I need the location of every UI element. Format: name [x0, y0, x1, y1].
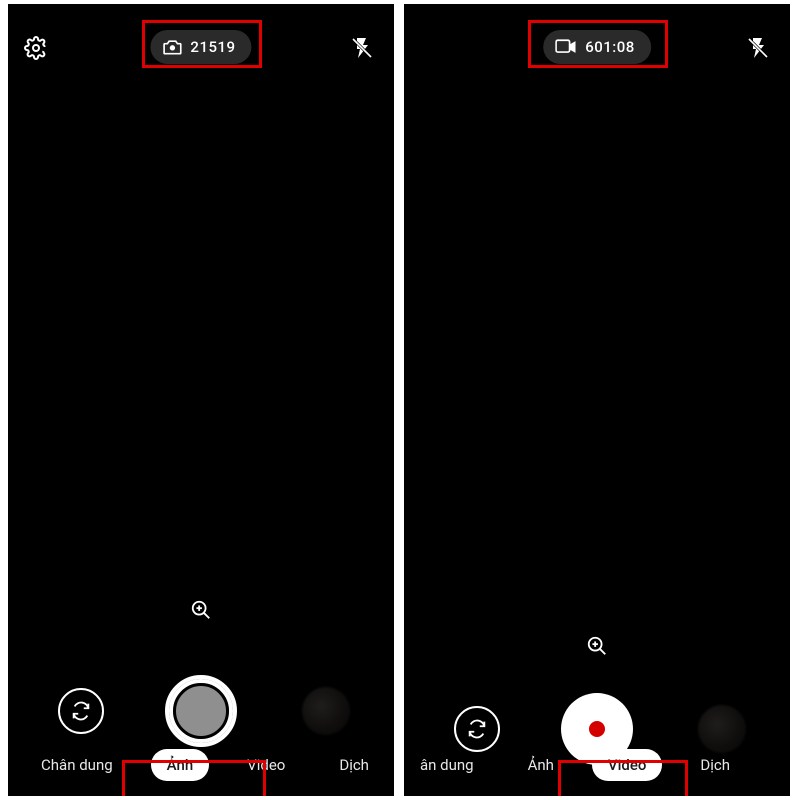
mode-selector[interactable]: ân dung Ảnh Video Dịch: [404, 742, 768, 788]
record-time-pill[interactable]: 601:08: [543, 30, 651, 64]
flash-off-icon[interactable]: [348, 34, 376, 62]
shots-remaining-value: 21519: [190, 38, 235, 56]
mode-portrait[interactable]: ân dung: [404, 749, 490, 781]
mode-translate[interactable]: Dịch: [684, 749, 746, 781]
zoom-in-icon[interactable]: [583, 632, 611, 660]
mode-translate[interactable]: Dịch: [323, 749, 385, 781]
mode-photo[interactable]: Ảnh: [151, 749, 210, 781]
switch-camera-icon[interactable]: [58, 688, 104, 734]
phone-screen-video: 601:08: [404, 4, 790, 796]
comparison-stage: 21519: [0, 0, 797, 800]
zoom-in-icon[interactable]: [187, 596, 215, 624]
record-time-value: 601:08: [585, 38, 635, 56]
shots-remaining-pill[interactable]: 21519: [150, 30, 251, 64]
top-bar: 21519: [8, 28, 394, 68]
mode-portrait[interactable]: Chân dung: [25, 749, 129, 781]
camera-icon: [162, 38, 182, 56]
settings-icon[interactable]: [22, 34, 50, 62]
shutter-row: [8, 670, 394, 752]
flash-off-icon[interactable]: [744, 34, 772, 62]
top-bar: 601:08: [404, 28, 790, 68]
record-dot: [589, 721, 605, 737]
mode-video[interactable]: Video: [592, 749, 663, 781]
mode-video[interactable]: Video: [231, 749, 301, 781]
video-icon: [555, 39, 577, 55]
gallery-thumbnail[interactable]: [302, 687, 350, 735]
shutter-button[interactable]: [165, 675, 237, 747]
phone-screen-photo: 21519: [8, 4, 394, 796]
mode-selector[interactable]: Chân dung Ảnh Video Dịch: [12, 742, 394, 788]
mode-photo[interactable]: Ảnh: [512, 749, 570, 781]
